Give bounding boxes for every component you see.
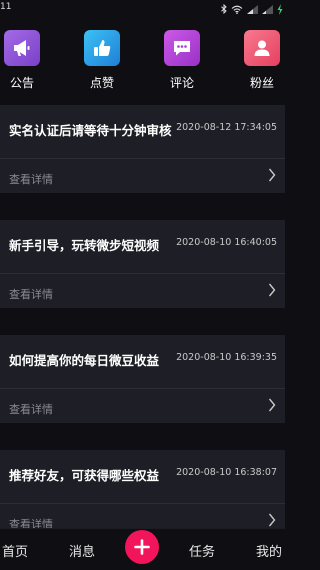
message-title: 实名认证后请等待十分钟审核 <box>9 123 172 138</box>
status-icons <box>221 3 283 15</box>
bottom-tab-bar: 首页 消息 任务 我的 <box>0 528 285 570</box>
plus-icon <box>134 539 150 555</box>
view-details-link[interactable]: 查看详情 <box>9 516 53 528</box>
message-title: 如何提高你的每日微豆收益 <box>9 353 160 368</box>
message-time: 2020-08-10 16:38:07 <box>176 467 277 478</box>
signal-2-icon <box>262 4 273 14</box>
thumbs-up-icon <box>84 30 120 66</box>
shortcut-fans[interactable]: 粉丝 <box>232 30 292 91</box>
message-card[interactable]: 如何提高你的每日微豆收益 2020-08-10 16:39:35 查看详情 <box>0 335 285 423</box>
shortcut-label: 评论 <box>169 76 194 90</box>
shortcut-likes[interactable]: 点赞 <box>72 30 132 91</box>
comment-icon <box>164 30 200 66</box>
status-time: 11 <box>0 2 12 12</box>
divider <box>0 388 285 389</box>
battery-charging-icon <box>277 3 283 15</box>
chevron-right-icon[interactable] <box>268 398 276 412</box>
shortcut-announcement[interactable]: 公告 <box>0 30 52 91</box>
divider <box>0 273 285 274</box>
view-details-link[interactable]: 查看详情 <box>9 171 53 187</box>
tab-messages[interactable]: 消息 <box>69 541 95 560</box>
divider <box>0 503 285 504</box>
shortcut-label: 点赞 <box>89 76 114 90</box>
signal-icon <box>247 4 258 14</box>
fans-icon <box>244 30 280 66</box>
view-details-link[interactable]: 查看详情 <box>9 286 53 302</box>
create-button[interactable] <box>125 530 159 564</box>
wifi-icon <box>231 5 243 14</box>
shortcut-label: 粉丝 <box>249 76 274 90</box>
megaphone-icon <box>4 30 40 66</box>
tab-mine[interactable]: 我的 <box>256 541 282 560</box>
tab-tasks[interactable]: 任务 <box>189 541 215 560</box>
divider <box>0 158 285 159</box>
bluetooth-icon <box>221 4 227 14</box>
shortcut-comments[interactable]: 评论 <box>152 30 212 91</box>
shortcut-bar: 公告 点赞 评论 粉丝 <box>0 18 285 100</box>
message-card[interactable]: 新手引导，玩转微步短视频 2020-08-10 16:40:05 查看详情 <box>0 220 285 308</box>
message-title: 推荐好友，可获得哪些权益 <box>9 468 160 483</box>
tab-home[interactable]: 首页 <box>2 541 28 560</box>
message-card[interactable]: 推荐好友，可获得哪些权益 2020-08-10 16:38:07 查看详情 <box>0 450 285 528</box>
view-details-link[interactable]: 查看详情 <box>9 401 53 417</box>
shortcut-label: 公告 <box>9 76 34 90</box>
message-card[interactable]: 实名认证后请等待十分钟审核 2020-08-12 17:34:05 查看详情 <box>0 105 285 193</box>
message-title: 新手引导，玩转微步短视频 <box>9 238 160 253</box>
chevron-right-icon[interactable] <box>268 513 276 527</box>
message-time: 2020-08-10 16:39:35 <box>176 352 277 363</box>
message-time: 2020-08-12 17:34:05 <box>176 122 277 133</box>
message-time: 2020-08-10 16:40:05 <box>176 237 277 248</box>
chevron-right-icon[interactable] <box>268 168 276 182</box>
message-list: 实名认证后请等待十分钟审核 2020-08-12 17:34:05 查看详情 新… <box>0 105 285 528</box>
chevron-right-icon[interactable] <box>268 283 276 297</box>
status-bar: 11 <box>0 0 285 18</box>
